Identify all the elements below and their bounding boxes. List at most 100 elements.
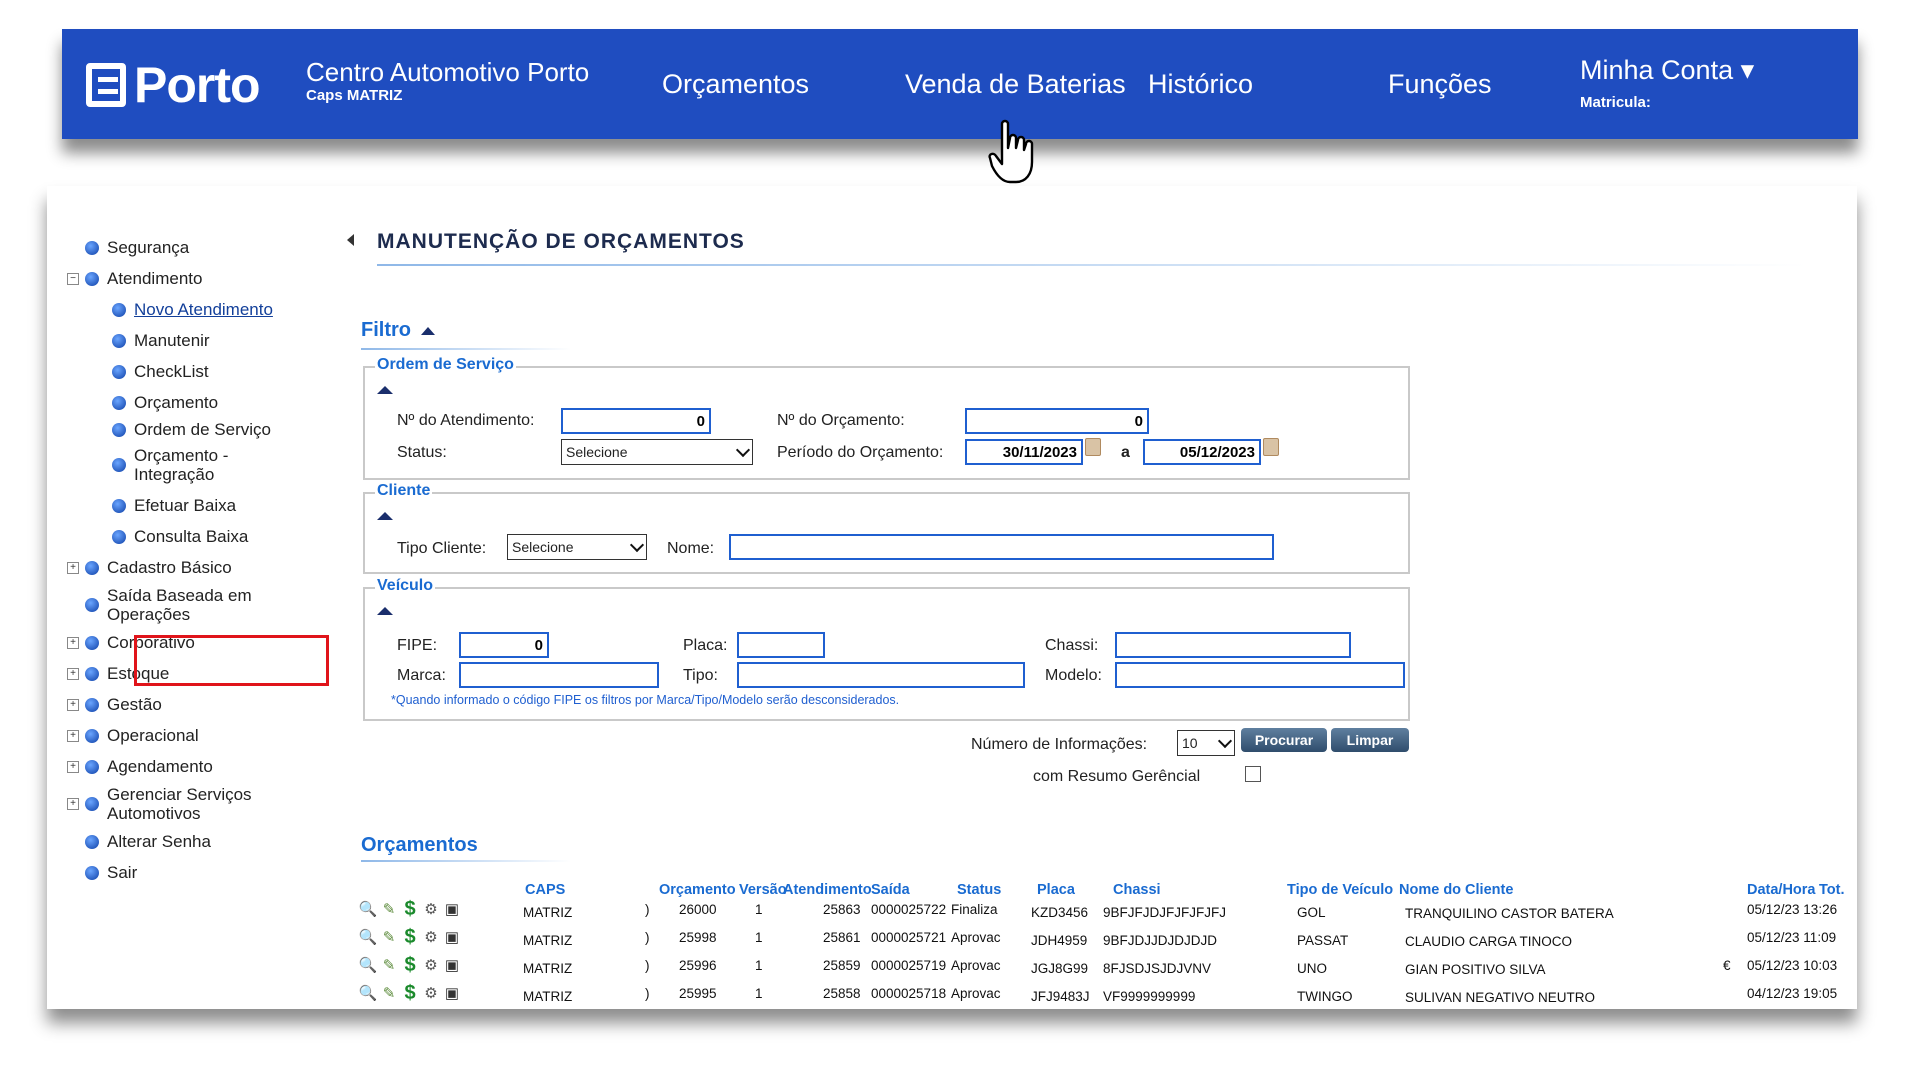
sidebar-item-operacional[interactable]: + Operacional xyxy=(67,720,327,751)
collapse-os-icon[interactable] xyxy=(377,386,393,394)
document-icon[interactable]: ▣ xyxy=(443,956,461,974)
sidebar-item-manutenir[interactable]: Manutenir xyxy=(67,325,327,356)
search-icon[interactable]: 🔍 xyxy=(359,956,378,974)
cell-data: 05/12/23 13:26 xyxy=(1747,902,1838,917)
money-icon[interactable]: $ xyxy=(401,898,419,920)
search-icon[interactable]: 🔍 xyxy=(359,900,378,918)
sidebar-item-orcamento[interactable]: Orçamento xyxy=(67,387,327,418)
sidebar-item-novo-atendimento[interactable]: Novo Atendimento xyxy=(67,294,327,325)
marca-input[interactable] xyxy=(459,662,659,688)
nav-orcamentos[interactable]: Orçamentos xyxy=(662,69,809,100)
th-placa[interactable]: Placa xyxy=(1037,882,1075,898)
th-tipo-veiculo[interactable]: Tipo de Veículo xyxy=(1287,882,1393,898)
sidebar-item-consulta-baixa[interactable]: Consulta Baixa xyxy=(67,521,327,552)
status-select[interactable]: Selecione xyxy=(561,439,753,465)
resumo-checkbox[interactable] xyxy=(1245,766,1261,782)
settings-icon[interactable]: ⚙ xyxy=(422,984,440,1002)
cell-data: 04/12/23 19:05 xyxy=(1747,986,1838,1001)
sidebar-item-seguranca[interactable]: Segurança xyxy=(67,232,327,263)
th-orcamento[interactable]: Orçamento xyxy=(659,882,736,898)
th-atendimento[interactable]: Atendimento xyxy=(783,882,872,898)
th-versao[interactable]: Versão xyxy=(739,882,787,898)
tipo-cliente-select[interactable]: Selecione xyxy=(507,534,647,560)
account-menu-title[interactable]: Minha Conta ▾ xyxy=(1580,55,1754,86)
porto-logo[interactable]: Porto xyxy=(86,56,261,114)
document-icon[interactable]: ▣ xyxy=(443,900,461,918)
cell-cliente: GIAN POSITIVO SILVA xyxy=(1405,962,1546,977)
money-icon[interactable]: $ xyxy=(401,982,419,1004)
money-icon[interactable]: $ xyxy=(401,954,419,976)
collapse-sidebar-icon[interactable] xyxy=(347,234,354,246)
th-data-hora[interactable]: Data/Hora xyxy=(1747,882,1816,898)
money-icon[interactable]: $ xyxy=(401,926,419,948)
filter-collapse-icon[interactable] xyxy=(420,326,435,335)
sidebar-item-gerenciar-servicos[interactable]: + Gerenciar Serviços Automotivos xyxy=(67,782,327,826)
expand-icon[interactable]: + xyxy=(67,667,79,680)
sidebar-item-label: Saída Baseada em Operações xyxy=(107,586,252,624)
fipe-input[interactable] xyxy=(459,632,549,658)
sidebar-item-label[interactable]: Novo Atendimento xyxy=(134,300,273,320)
sidebar-item-cadastro-basico[interactable]: + Cadastro Básico xyxy=(67,552,327,583)
sidebar-item-alterar-senha[interactable]: Alterar Senha xyxy=(67,826,327,857)
periodo-from-input[interactable] xyxy=(965,439,1083,465)
th-status[interactable]: Status xyxy=(957,882,1001,898)
th-caps[interactable]: CAPS xyxy=(525,882,565,898)
procurar-button[interactable]: Procurar xyxy=(1241,728,1327,752)
expand-icon[interactable]: + xyxy=(67,561,79,574)
sidebar-item-label: Cadastro Básico xyxy=(107,557,232,577)
modelo-input[interactable] xyxy=(1115,662,1405,688)
edit-icon[interactable]: ✎ xyxy=(380,928,398,946)
sidebar-item-agendamento[interactable]: + Agendamento xyxy=(67,751,327,782)
document-icon[interactable]: ▣ xyxy=(443,984,461,1002)
sidebar-item-checklist[interactable]: CheckList xyxy=(67,356,327,387)
document-icon[interactable]: ▣ xyxy=(443,928,461,946)
bullet-icon xyxy=(112,395,126,410)
limpar-button[interactable]: Limpar xyxy=(1331,728,1409,752)
sidebar-item-sair[interactable]: Sair xyxy=(67,857,327,888)
settings-icon[interactable]: ⚙ xyxy=(422,928,440,946)
sidebar-item-atendimento[interactable]: − Atendimento xyxy=(67,263,327,294)
calendar-icon[interactable] xyxy=(1085,438,1101,456)
tipo-input[interactable] xyxy=(737,662,1025,688)
orcamento-number-input[interactable] xyxy=(965,408,1149,434)
sidebar-item-saida-baseada[interactable]: Saída Baseada em Operações xyxy=(67,583,327,627)
sidebar-item-efetuar-baixa[interactable]: Efetuar Baixa xyxy=(67,490,327,521)
sidebar-item-ordem-de-servico[interactable]: Ordem de Serviço xyxy=(67,418,327,442)
fipe-note: *Quando informado o código FIPE os filtr… xyxy=(391,693,900,707)
search-icon[interactable]: 🔍 xyxy=(359,928,378,946)
periodo-to-input[interactable] xyxy=(1143,439,1261,465)
nav-historico[interactable]: Histórico xyxy=(1148,69,1253,100)
atendimento-input[interactable] xyxy=(561,408,711,434)
expand-icon[interactable]: + xyxy=(67,729,79,742)
filter-title[interactable]: Filtro xyxy=(361,319,435,342)
account-menu[interactable]: Minha Conta ▾ Matricula: xyxy=(1580,55,1754,111)
expand-icon[interactable]: + xyxy=(67,760,79,773)
edit-icon[interactable]: ✎ xyxy=(380,984,398,1002)
expand-icon[interactable]: + xyxy=(67,698,79,711)
nome-input[interactable] xyxy=(729,534,1274,560)
th-nome-cliente[interactable]: Nome do Cliente xyxy=(1399,882,1513,898)
th-chassi[interactable]: Chassi xyxy=(1113,882,1161,898)
sidebar-item-gestao[interactable]: + Gestão xyxy=(67,689,327,720)
th-total[interactable]: Tot. xyxy=(1819,882,1845,898)
edit-icon[interactable]: ✎ xyxy=(380,900,398,918)
settings-icon[interactable]: ⚙ xyxy=(422,956,440,974)
collapse-veiculo-icon[interactable] xyxy=(377,607,393,615)
sidebar-item-orcamento-integracao[interactable]: Orçamento - Integração xyxy=(67,442,327,490)
chevron-down-icon xyxy=(1217,733,1233,748)
settings-icon[interactable]: ⚙ xyxy=(422,900,440,918)
cell-saida: 0000025719 xyxy=(871,958,947,973)
num-info-select[interactable]: 10 xyxy=(1177,730,1235,756)
nav-venda-de-baterias[interactable]: Venda de Baterias xyxy=(905,69,1126,100)
th-saida[interactable]: Saída xyxy=(871,882,910,898)
edit-icon[interactable]: ✎ xyxy=(380,956,398,974)
chassi-input[interactable] xyxy=(1115,632,1351,658)
calendar-icon[interactable] xyxy=(1263,438,1279,456)
collapse-icon[interactable]: − xyxy=(67,272,79,285)
placa-input[interactable] xyxy=(737,632,825,658)
expand-icon[interactable]: + xyxy=(67,798,79,810)
nav-funcoes[interactable]: Funções xyxy=(1388,69,1492,100)
expand-icon[interactable]: + xyxy=(67,636,79,649)
search-icon[interactable]: 🔍 xyxy=(359,984,378,1002)
collapse-cliente-icon[interactable] xyxy=(377,512,393,520)
